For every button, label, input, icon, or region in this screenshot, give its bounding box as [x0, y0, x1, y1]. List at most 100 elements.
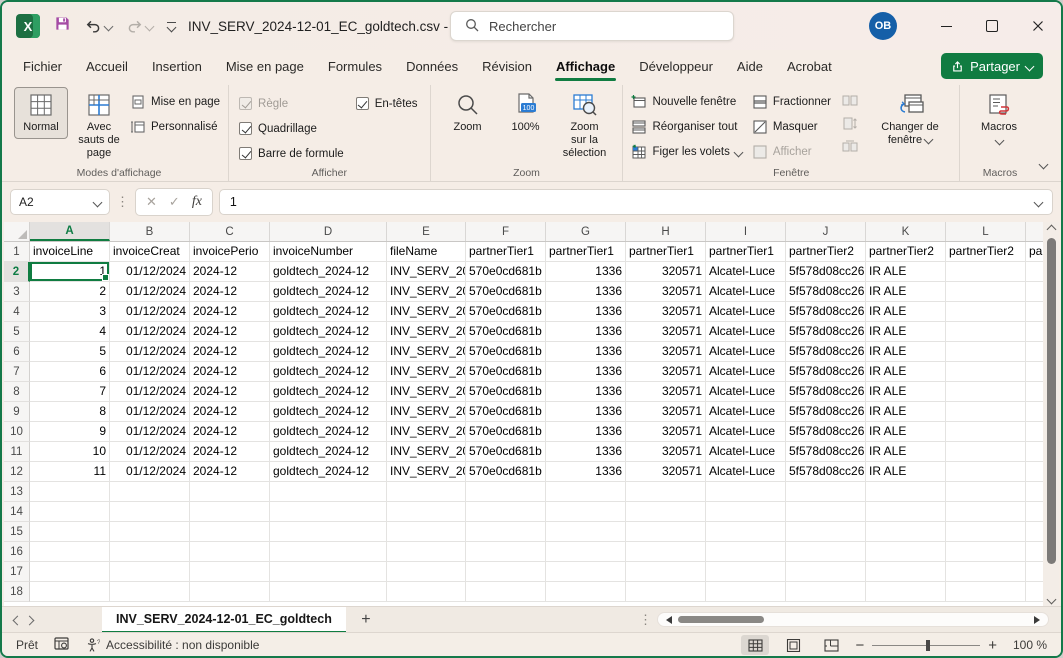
excel-logo-icon[interactable]: X	[16, 14, 40, 38]
cell-H1[interactable]: partnerTier1	[626, 242, 706, 262]
cell-E3[interactable]: INV_SERV_20	[387, 282, 466, 302]
cell-K14[interactable]	[866, 502, 946, 522]
cell-D13[interactable]	[270, 482, 387, 502]
cancel-entry-icon[interactable]: ✕	[146, 194, 157, 210]
cell-H10[interactable]: 320571	[626, 422, 706, 442]
cell-G1[interactable]: partnerTier1	[546, 242, 626, 262]
cell-E7[interactable]: INV_SERV_20	[387, 362, 466, 382]
cell-D14[interactable]	[270, 502, 387, 522]
cell-H17[interactable]	[626, 562, 706, 582]
cell-G6[interactable]: 1336	[546, 342, 626, 362]
cell-L3[interactable]	[946, 282, 1026, 302]
cell-A12[interactable]: 11	[30, 462, 110, 482]
checkbox-en-têtes[interactable]: En-têtes	[356, 91, 418, 116]
cell-C16[interactable]	[190, 542, 270, 562]
cell-L13[interactable]	[946, 482, 1026, 502]
cell-I10[interactable]: Alcatel-Luce	[706, 422, 786, 442]
column-header-E[interactable]: E	[387, 222, 466, 241]
horizontal-scroll-thumb[interactable]	[678, 616, 764, 623]
cell-F17[interactable]	[466, 562, 546, 582]
cell-E10[interactable]: INV_SERV_20	[387, 422, 466, 442]
cell-B6[interactable]: 01/12/2024	[110, 342, 190, 362]
column-header-L[interactable]: L	[946, 222, 1026, 241]
cell-C7[interactable]: 2024-12	[190, 362, 270, 382]
cell-D16[interactable]	[270, 542, 387, 562]
column-header-D[interactable]: D	[270, 222, 387, 241]
cell-C12[interactable]: 2024-12	[190, 462, 270, 482]
cell-C13[interactable]	[190, 482, 270, 502]
cell-G5[interactable]: 1336	[546, 322, 626, 342]
row-header-14[interactable]: 14	[4, 502, 30, 522]
cell-C18[interactable]	[190, 582, 270, 602]
cell-G15[interactable]	[546, 522, 626, 542]
cell-K9[interactable]: IR ALE	[866, 402, 946, 422]
cell-C17[interactable]	[190, 562, 270, 582]
cell-H7[interactable]: 320571	[626, 362, 706, 382]
custom-views-button[interactable]: Personnalisé	[130, 116, 220, 138]
cell-J7[interactable]: 5f578d08cc26	[786, 362, 866, 382]
normal-view-button[interactable]: Normal	[14, 87, 68, 139]
arrange-all-button[interactable]: Réorganiser tout	[631, 116, 741, 138]
cell-D12[interactable]: goldtech_2024-12	[270, 462, 387, 482]
tab-formules[interactable]: Formules	[317, 54, 393, 79]
cell-B13[interactable]	[110, 482, 190, 502]
cell-K3[interactable]: IR ALE	[866, 282, 946, 302]
page-layout-statusbar-button[interactable]	[779, 635, 807, 655]
cell-I14[interactable]	[706, 502, 786, 522]
cell-E14[interactable]	[387, 502, 466, 522]
cell-J10[interactable]: 5f578d08cc26	[786, 422, 866, 442]
cell-C14[interactable]	[190, 502, 270, 522]
cell-A16[interactable]	[30, 542, 110, 562]
cell-J4[interactable]: 5f578d08cc26	[786, 302, 866, 322]
zoom-100-button[interactable]: 100 100%	[499, 87, 553, 139]
cell-H2[interactable]: 320571	[626, 262, 706, 282]
cell-L14[interactable]	[946, 502, 1026, 522]
cell-G7[interactable]: 1336	[546, 362, 626, 382]
cell-G2[interactable]: 1336	[546, 262, 626, 282]
account-avatar[interactable]: OB	[869, 12, 897, 40]
column-header-J[interactable]: J	[786, 222, 866, 241]
cell-J13[interactable]	[786, 482, 866, 502]
cell-K4[interactable]: IR ALE	[866, 302, 946, 322]
cell-F14[interactable]	[466, 502, 546, 522]
cell-H12[interactable]: 320571	[626, 462, 706, 482]
cell-A17[interactable]	[30, 562, 110, 582]
cell-F16[interactable]	[466, 542, 546, 562]
split-button[interactable]: Fractionner	[752, 91, 831, 113]
undo-button[interactable]	[85, 18, 112, 35]
cell-F9[interactable]: 570e0cd681b	[466, 402, 546, 422]
cell-F2[interactable]: 570e0cd681b	[466, 262, 546, 282]
vertical-scroll-thumb[interactable]	[1047, 238, 1056, 564]
cell-I13[interactable]	[706, 482, 786, 502]
cell-E8[interactable]: INV_SERV_20	[387, 382, 466, 402]
cell-C6[interactable]: 2024-12	[190, 342, 270, 362]
cell-I6[interactable]: Alcatel-Luce	[706, 342, 786, 362]
cell-J8[interactable]: 5f578d08cc26	[786, 382, 866, 402]
cell-A1[interactable]: invoiceLine	[30, 242, 110, 262]
cell-A7[interactable]: 6	[30, 362, 110, 382]
cell-A14[interactable]	[30, 502, 110, 522]
cell-D17[interactable]	[270, 562, 387, 582]
cell-C4[interactable]: 2024-12	[190, 302, 270, 322]
cell-K11[interactable]: IR ALE	[866, 442, 946, 462]
cell-E9[interactable]: INV_SERV_20	[387, 402, 466, 422]
cell-H9[interactable]: 320571	[626, 402, 706, 422]
row-header-11[interactable]: 11	[4, 442, 30, 462]
sheet-bar-dots-icon[interactable]: ⋮	[639, 612, 652, 628]
row-header-8[interactable]: 8	[4, 382, 30, 402]
cell-L4[interactable]	[946, 302, 1026, 322]
cell-J17[interactable]	[786, 562, 866, 582]
cell-G8[interactable]: 1336	[546, 382, 626, 402]
cell-B1[interactable]: invoiceCreat	[110, 242, 190, 262]
cell-K13[interactable]	[866, 482, 946, 502]
zoom-slider-track[interactable]	[872, 645, 980, 646]
checkbox-icon[interactable]	[239, 122, 252, 135]
cell-C3[interactable]: 2024-12	[190, 282, 270, 302]
cell-C5[interactable]: 2024-12	[190, 322, 270, 342]
cell-J2[interactable]: 5f578d08cc26	[786, 262, 866, 282]
cell-L7[interactable]	[946, 362, 1026, 382]
cell-I11[interactable]: Alcatel-Luce	[706, 442, 786, 462]
tab-acrobat[interactable]: Acrobat	[776, 54, 843, 79]
confirm-entry-icon[interactable]: ✓	[169, 194, 180, 210]
cell-K8[interactable]: IR ALE	[866, 382, 946, 402]
